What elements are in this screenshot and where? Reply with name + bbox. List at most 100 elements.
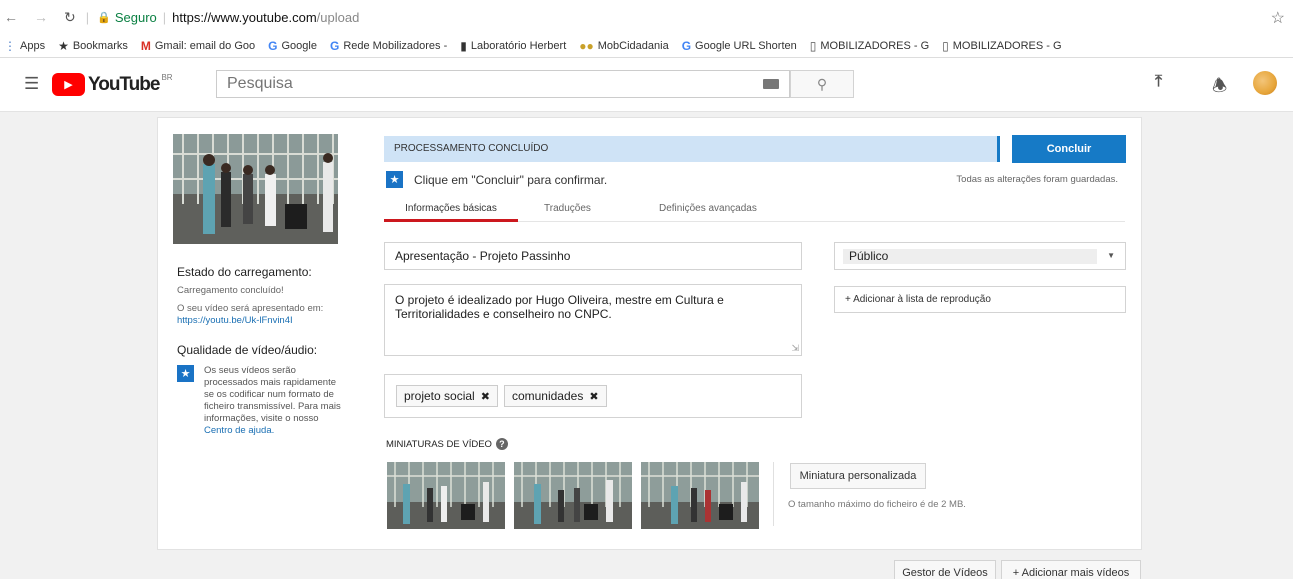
confirm-hint: Clique em "Concluir" para confirmar.	[414, 172, 608, 187]
bookmark-item[interactable]: G Google URL Shorten	[682, 39, 797, 53]
quality-text: Os seus vídeos serão processados mais ra…	[204, 365, 341, 424]
help-center-link[interactable]: Centro de ajuda.	[204, 425, 274, 436]
bookmark-label: Bookmarks	[72, 39, 128, 52]
youtube-logo[interactable]: ▶ YouTube BR	[52, 73, 173, 96]
bookmark-label: Laboratório Herbert	[470, 39, 567, 52]
title-value: Apresentação - Projeto Passinho	[395, 249, 571, 263]
add-to-playlist-button[interactable]: + Adicionar à lista de reprodução	[834, 286, 1126, 313]
thumbnail-option[interactable]	[514, 462, 632, 529]
google-icon: G	[681, 38, 692, 53]
upload-state-title: Estado do carregamento:	[177, 265, 312, 279]
page-icon: ▮	[460, 38, 467, 53]
upload-card: Estado do carregamento: Carregamento con…	[157, 117, 1142, 550]
privacy-select[interactable]: Público ▼	[834, 242, 1126, 270]
tab-label: Informações básicas	[405, 203, 497, 214]
youtube-header: ☰ ▶ YouTube BR ⚲ ⤒ 🕭	[0, 60, 1293, 112]
help-icon[interactable]: ?	[495, 438, 508, 450]
star-icon: ★	[177, 365, 194, 382]
keyboard-icon[interactable]	[763, 79, 779, 89]
video-manager-button[interactable]: Gestor de Vídeos	[894, 560, 996, 579]
bookmark-star-icon[interactable]: ☆	[1271, 8, 1285, 28]
notifications-bell-icon[interactable]: 🕭	[1212, 73, 1227, 102]
video-url-link[interactable]: https://youtu.be/Uk-lFnvin4I	[177, 315, 347, 327]
browser-chrome: ← → ↻ | 🔒 Seguro | https://www.youtube.c…	[0, 0, 1293, 60]
video-url-intro: O seu vídeo será apresentado em:	[177, 303, 324, 314]
divider	[773, 462, 774, 526]
bookmark-label: Apps	[20, 39, 46, 52]
menu-icon[interactable]: ☰	[24, 74, 39, 94]
bookmark-item[interactable]: ▮ Laboratório Herbert	[460, 39, 566, 53]
google-icon: G	[268, 38, 278, 53]
star-icon: ★	[386, 171, 403, 188]
add-more-videos-button[interactable]: + Adicionar mais vídeos	[1001, 560, 1141, 579]
conclude-button[interactable]: Concluir	[1012, 135, 1126, 163]
bookmark-item[interactable]: M Gmail: email do Goo	[141, 39, 255, 53]
remove-tag-icon[interactable]: ✖	[481, 390, 490, 403]
title-input[interactable]: Apresentação - Projeto Passinho	[384, 242, 802, 270]
reload-icon[interactable]: ↻	[64, 9, 76, 26]
bookmark-label: Rede Mobilizadores -	[343, 39, 448, 52]
bookmark-item[interactable]: ▯ MOBILIZADORES - G	[810, 39, 929, 53]
url-path: /upload	[316, 9, 360, 25]
thumbnail-option[interactable]	[387, 462, 505, 529]
description-textarea[interactable]: O projeto é idealizado por Hugo Oliveira…	[384, 284, 802, 356]
video-manager-label: Gestor de Vídeos	[902, 567, 988, 579]
bookmark-item[interactable]: ⋮ Apps	[4, 39, 45, 53]
max-size-note: O tamanho máximo do ficheiro é de 2 MB.	[788, 499, 966, 510]
tab-bar: Informações básicas Traduções Definições…	[384, 196, 1125, 222]
tab-advanced-settings[interactable]: Definições avançadas	[659, 203, 757, 214]
custom-thumbnail-button[interactable]: Miniatura personalizada	[790, 463, 926, 489]
add-to-playlist-label: + Adicionar à lista de reprodução	[845, 294, 991, 305]
video-frame-image	[173, 134, 338, 244]
search-icon: ⚲	[816, 75, 828, 92]
bookmark-item[interactable]: ●● MobCidadania	[579, 39, 668, 53]
search-input[interactable]	[216, 70, 790, 98]
star-icon: ★	[58, 38, 69, 53]
privacy-value: Público	[849, 249, 889, 263]
bookmark-item[interactable]: G Google	[268, 39, 317, 53]
bookmark-item[interactable]: G Rede Mobilizadores -	[330, 39, 447, 53]
thumbnail-image	[514, 462, 632, 529]
people-icon: ●●	[579, 38, 594, 53]
bookmark-item[interactable]: ▯ MOBILIZADORES - G	[942, 39, 1061, 53]
tags-input[interactable]: projeto social ✖ comunidades ✖	[384, 374, 802, 418]
upload-state-value: Carregamento concluído!	[177, 285, 284, 296]
bookmark-label: MOBILIZADORES - G	[952, 39, 1062, 52]
add-more-videos-label: + Adicionar mais vídeos	[1012, 567, 1130, 579]
quality-title: Qualidade de vídeo/áudio:	[177, 343, 318, 357]
bookmark-item[interactable]: ★ Bookmarks	[58, 39, 128, 53]
processing-status-bar: PROCESSAMENTO CONCLUÍDO	[384, 136, 1000, 162]
url-field[interactable]: https://www.youtube.com/upload	[172, 10, 359, 25]
resize-handle-icon[interactable]: ⇲	[791, 341, 799, 355]
thumbnail-image	[387, 462, 505, 529]
address-bar: ← → ↻ | 🔒 Seguro | https://www.youtube.c…	[4, 8, 1285, 28]
lock-icon: 🔒	[97, 11, 111, 24]
remove-tag-icon[interactable]: ✖	[589, 390, 598, 403]
bookmarks-bar: ⋮ Apps ★ Bookmarks M Gmail: email do Goo GG…	[0, 34, 1293, 58]
region-badge: BR	[161, 73, 173, 82]
logo-text: YouTube	[88, 73, 160, 95]
tag-label: comunidades	[511, 389, 584, 403]
saved-status-text: Todas as alterações foram guardadas.	[956, 174, 1118, 185]
google-icon: G	[329, 38, 340, 53]
tag-chip: projeto social ✖	[396, 385, 498, 407]
tab-translations[interactable]: Traduções	[544, 203, 591, 214]
avatar[interactable]	[1253, 71, 1277, 95]
tab-label: Definições avançadas	[659, 203, 757, 214]
bookmark-label: Gmail: email do Goo	[154, 39, 256, 52]
dropdown-arrow-icon: ▼	[1107, 251, 1115, 260]
tag-label: projeto social	[404, 389, 475, 403]
doc-icon: ▯	[942, 38, 949, 53]
thumbnails-section-title: MINIATURAS DE VÍDEO	[386, 438, 492, 450]
tab-label: Traduções	[544, 203, 591, 214]
forward-icon[interactable]: →	[34, 9, 48, 25]
tab-basic-info[interactable]: Informações básicas	[384, 196, 518, 222]
video-preview-thumbnail[interactable]	[173, 134, 338, 244]
bookmark-label: Google	[281, 39, 317, 52]
search-button[interactable]: ⚲	[790, 70, 854, 98]
url-host: https://www.youtube.com	[172, 9, 317, 25]
thumbnail-option[interactable]	[641, 462, 759, 529]
upload-icon[interactable]: ⤒	[1155, 73, 1162, 91]
custom-thumbnail-label: Miniatura personalizada	[799, 470, 917, 482]
back-icon[interactable]: ←	[4, 9, 18, 25]
